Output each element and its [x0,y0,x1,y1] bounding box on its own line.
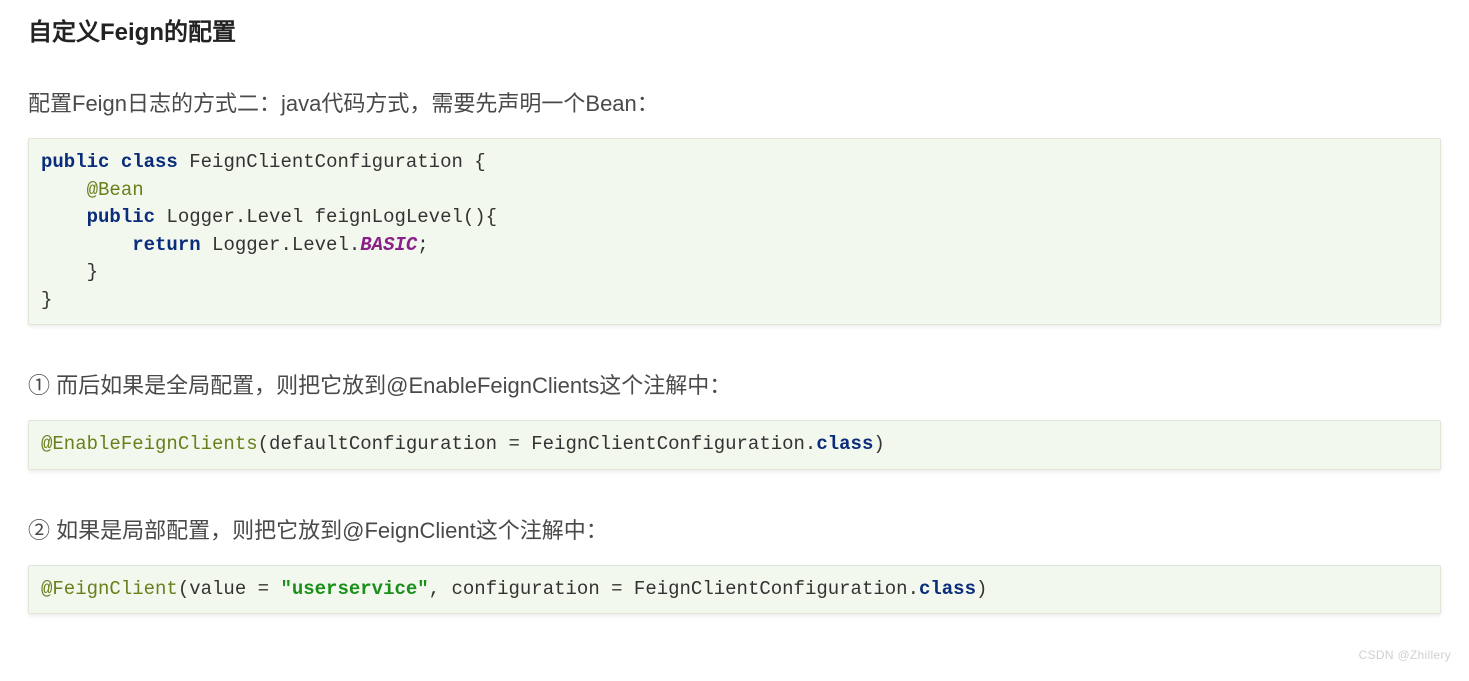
annotation-feign-client: @FeignClient [41,578,178,600]
keyword-public: public [41,151,109,173]
keyword-class: class [121,151,178,173]
code-text: } [41,261,98,283]
paragraph-text: 而后如果是全局配置，则把它放到@EnableFeignClients这个注解中： [50,373,731,398]
string-userservice: "userservice" [280,578,428,600]
keyword-class: class [919,578,976,600]
code-text: ) [873,433,884,455]
watermark-text: CSDN @Zhillery [1359,648,1451,662]
code-block-bean-declaration: public class FeignClientConfiguration { … [28,138,1441,325]
paragraph-local-config: ② 如果是局部配置，则把它放到@FeignClient这个注解中： [28,514,1441,547]
code-text: } [41,289,52,311]
code-text: (defaultConfiguration = FeignClientConfi… [258,433,817,455]
code-text: ; [417,234,428,256]
code-block-feign-client: @FeignClient(value = "userservice", conf… [28,565,1441,615]
document-page: 自定义Feign的配置 配置Feign日志的方式二：java代码方式，需要先声明… [0,0,1469,664]
code-block-enable-feign-clients: @EnableFeignClients(defaultConfiguration… [28,420,1441,470]
annotation-enable-feign-clients: @EnableFeignClients [41,433,258,455]
keyword-public: public [87,206,155,228]
circled-number-2: ② [28,518,50,543]
keyword-class: class [816,433,873,455]
page-title: 自定义Feign的配置 [28,12,1441,47]
code-text: Logger.Level feignLogLevel(){ [155,206,497,228]
annotation-bean: @Bean [87,179,144,201]
code-text: FeignClientConfiguration { [178,151,486,173]
constant-basic: BASIC [360,234,417,256]
code-text: Logger.Level. [201,234,361,256]
paragraph-text: 如果是局部配置，则把它放到@FeignClient这个注解中： [50,518,608,543]
keyword-return: return [132,234,200,256]
code-text: (value = [178,578,281,600]
code-text: , configuration = FeignClientConfigurati… [429,578,919,600]
intro-paragraph: 配置Feign日志的方式二：java代码方式，需要先声明一个Bean： [28,87,1441,120]
paragraph-global-config: ① 而后如果是全局配置，则把它放到@EnableFeignClients这个注解… [28,369,1441,402]
circled-number-1: ① [28,373,50,398]
code-text: ) [976,578,987,600]
